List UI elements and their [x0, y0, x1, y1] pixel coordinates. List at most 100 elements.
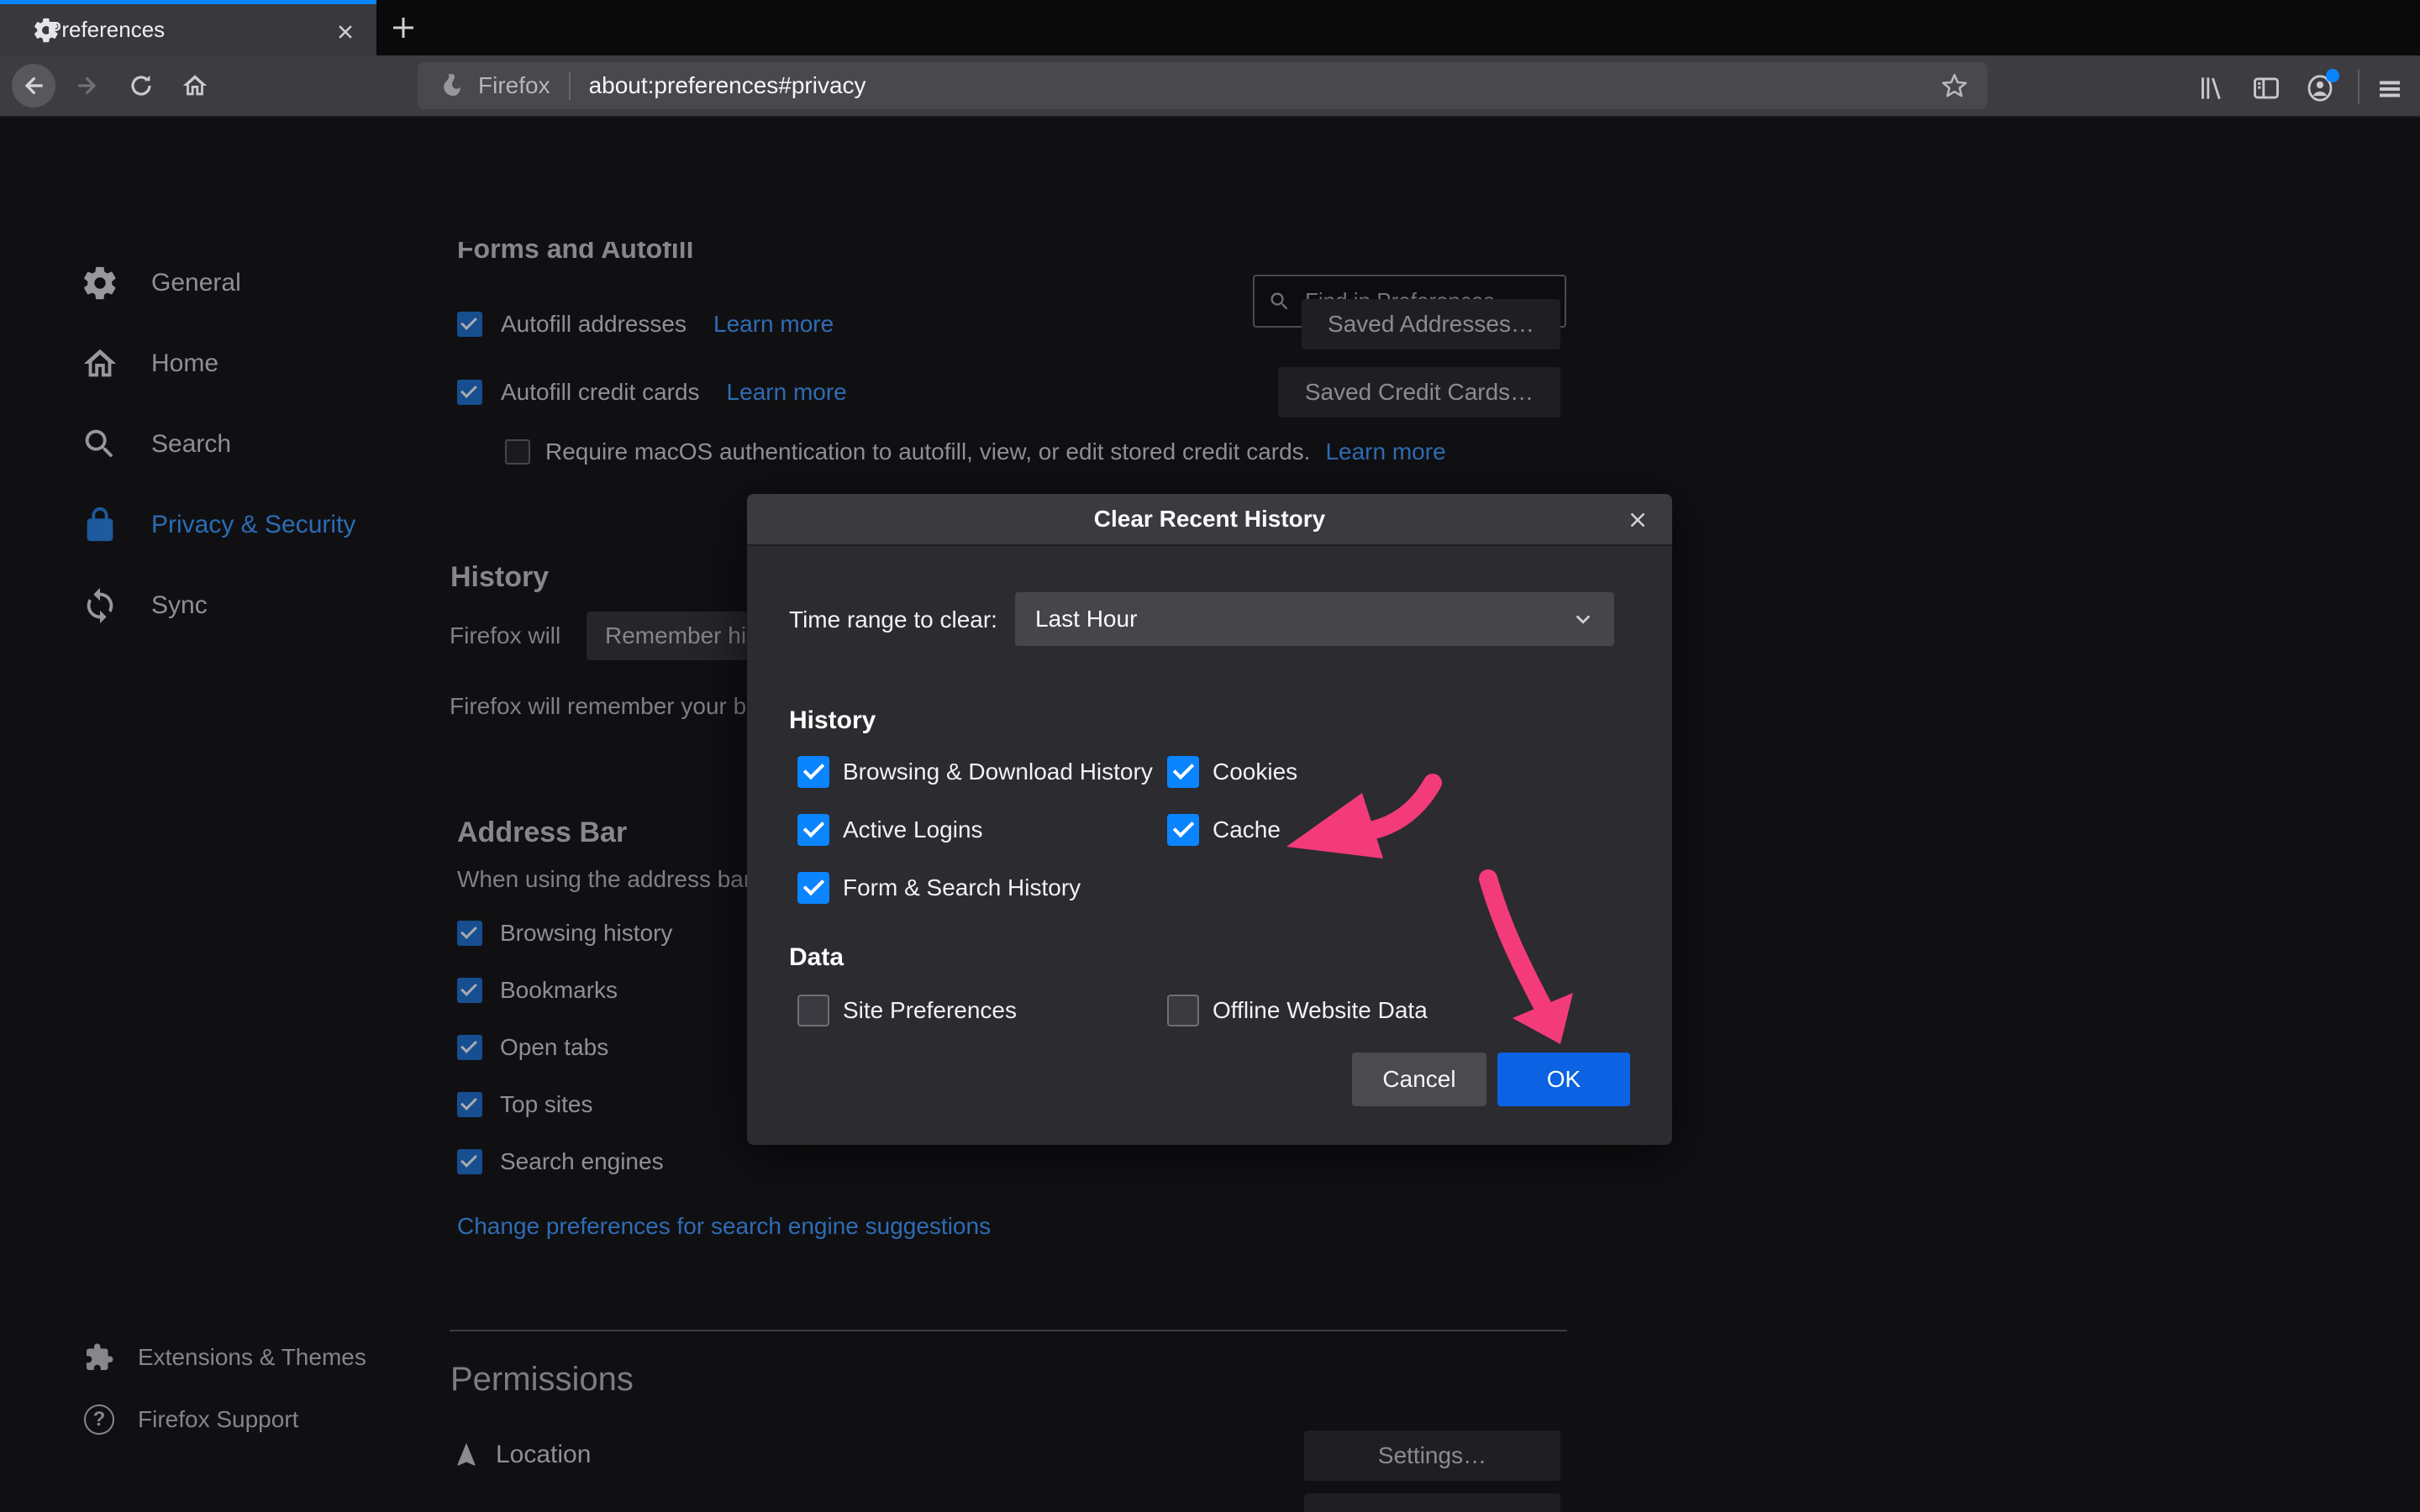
site-preferences-checkbox[interactable] — [797, 995, 829, 1026]
saved-credit-cards-button[interactable]: Saved Credit Cards… — [1278, 367, 1560, 417]
gear-icon — [32, 16, 60, 45]
search-suggestions-link[interactable]: Change preferences for search engine sug… — [457, 1213, 991, 1240]
checkbox-label: Browsing & Download History — [843, 759, 1153, 785]
lock-icon — [81, 506, 119, 544]
active-logins-checkbox[interactable] — [797, 814, 829, 846]
checkbox-label: Cache — [1213, 816, 1281, 843]
reload-button[interactable] — [119, 64, 163, 108]
ok-button[interactable]: OK — [1497, 1053, 1630, 1106]
checkbox-label: Browsing history — [500, 920, 672, 947]
addressbar-option-row: Search engines — [457, 1145, 664, 1179]
checkbox-label: Search engines — [500, 1148, 664, 1175]
menu-icon[interactable] — [2375, 74, 2405, 104]
url-scheme-label: Firefox — [478, 72, 550, 99]
dialog-header: Clear Recent History — [747, 494, 1672, 546]
firefox-window: Preferences Firefox about:pre — [0, 0, 2420, 1512]
firefox-logo-icon — [438, 71, 468, 101]
account-icon[interactable] — [2304, 72, 2336, 104]
dialog-option-row: Offline Website Data — [1167, 986, 1428, 1035]
addressbar-option-row: Browsing history — [457, 916, 672, 950]
require-auth-checkbox[interactable] — [505, 439, 530, 465]
sidebar-item-search[interactable]: Search — [81, 425, 231, 464]
checkbox-label: Active Logins — [843, 816, 983, 843]
search-engines-checkbox[interactable] — [457, 1149, 482, 1174]
addressbar-option-row: Open tabs — [457, 1031, 608, 1064]
close-icon[interactable] — [1625, 507, 1650, 533]
library-icon[interactable] — [2195, 72, 2227, 104]
autofill-addresses-checkbox[interactable] — [457, 312, 482, 337]
time-range-label: Time range to clear: — [789, 593, 997, 647]
bookmark-star-icon[interactable] — [1940, 71, 1969, 100]
checkbox-label: Autofill credit cards — [501, 379, 700, 406]
checkbox-label: Site Preferences — [843, 997, 1017, 1024]
require-auth-row: Require macOS authentication to autofill… — [505, 427, 1446, 477]
bookmarks-checkbox[interactable] — [457, 978, 482, 1003]
offline-website-data-checkbox[interactable] — [1167, 995, 1199, 1026]
dialog-option-row: Browsing & Download History — [797, 748, 1153, 796]
cancel-button[interactable]: Cancel — [1352, 1053, 1486, 1106]
sync-icon — [81, 586, 119, 625]
checkbox-label: Require macOS authentication to autofill… — [545, 438, 1310, 465]
permission-label: Location — [496, 1441, 591, 1469]
learn-more-link[interactable]: Learn more — [727, 379, 847, 406]
section-heading: Forms and Autofill — [457, 242, 693, 265]
section-heading: History — [450, 561, 549, 594]
addressbar-option-row: Top sites — [457, 1088, 593, 1121]
sidebar-label: Home — [151, 349, 218, 378]
sidebar-footer-label: Firefox Support — [138, 1406, 298, 1433]
sidebar-label: Search — [151, 430, 231, 459]
sidebar-item-sync[interactable]: Sync — [81, 586, 208, 625]
checkbox-label: Offline Website Data — [1213, 997, 1428, 1024]
dialog-history-heading: History — [789, 701, 876, 741]
back-button[interactable] — [12, 64, 55, 108]
sidebar-toggle-icon[interactable] — [2250, 72, 2282, 104]
url-text: about:preferences#privacy — [589, 72, 1940, 99]
cache-checkbox[interactable] — [1167, 814, 1199, 846]
checkbox-label: Cookies — [1213, 759, 1297, 785]
location-settings-button[interactable]: Settings… — [1304, 1431, 1560, 1481]
learn-more-link[interactable]: Learn more — [1325, 438, 1445, 465]
browsing-history-checkbox[interactable] — [457, 921, 482, 946]
sidebar-item-extensions-themes[interactable]: Extensions & Themes — [84, 1342, 366, 1373]
firefox-will-label: Firefox will — [450, 611, 560, 661]
url-divider — [569, 71, 571, 100]
partial-settings-button[interactable] — [1304, 1494, 1560, 1512]
checkbox-label: Open tabs — [500, 1034, 608, 1061]
gear-icon — [81, 264, 119, 302]
form-search-history-checkbox[interactable] — [797, 872, 829, 904]
tab-title: Preferences — [47, 17, 165, 43]
learn-more-link[interactable]: Learn more — [713, 311, 834, 338]
puzzle-icon — [84, 1342, 114, 1373]
section-divider — [450, 1330, 1567, 1331]
autofill-cards-row: Autofill credit cards Learn more — [457, 367, 847, 417]
open-tabs-checkbox[interactable] — [457, 1035, 482, 1060]
sidebar-item-privacy-security[interactable]: Privacy & Security — [81, 506, 355, 544]
tab-preferences[interactable]: Preferences — [0, 0, 376, 55]
sidebar-label: Privacy & Security — [151, 511, 355, 539]
autofill-cards-checkbox[interactable] — [457, 380, 482, 405]
sidebar-item-home[interactable]: Home — [81, 344, 218, 383]
section-heading: Permissions — [450, 1361, 634, 1399]
home-button[interactable] — [173, 64, 217, 108]
new-tab-button[interactable] — [388, 13, 418, 43]
saved-addresses-button[interactable]: Saved Addresses… — [1302, 299, 1560, 349]
sidebar-item-general[interactable]: General — [81, 264, 241, 302]
top-sites-checkbox[interactable] — [457, 1092, 482, 1117]
cookies-checkbox[interactable] — [1167, 756, 1199, 788]
checkbox-label: Form & Search History — [843, 874, 1081, 901]
checkbox-label: Bookmarks — [500, 977, 618, 1004]
checkbox-label: Autofill addresses — [501, 311, 687, 338]
section-heading: Address Bar — [457, 816, 627, 849]
url-bar[interactable]: Firefox about:preferences#privacy — [418, 62, 1987, 109]
forward-button[interactable] — [66, 64, 109, 108]
autofill-addresses-row: Autofill addresses Learn more — [457, 299, 834, 349]
forms-section-heading-clip: Forms and Autofill — [457, 242, 693, 274]
browsing-download-history-checkbox[interactable] — [797, 756, 829, 788]
sidebar-item-firefox-support[interactable]: ? Firefox Support — [84, 1404, 298, 1435]
select-value: Last Hour — [1035, 606, 1137, 633]
tab-close-icon[interactable] — [333, 19, 358, 45]
dialog-option-row: Cookies — [1167, 748, 1297, 796]
dialog-option-row: Form & Search History — [797, 864, 1081, 912]
clear-recent-history-dialog: Clear Recent History Time range to clear… — [747, 494, 1672, 1145]
time-range-select[interactable]: Last Hour — [1015, 592, 1614, 646]
